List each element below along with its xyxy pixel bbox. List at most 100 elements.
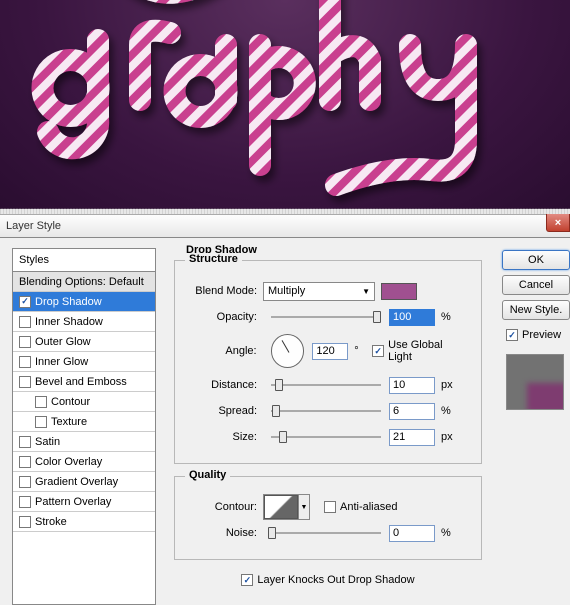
quality-group: Quality Contour: ▼ Anti-aliased Noise: 0… — [174, 476, 482, 560]
style-row-stroke[interactable]: Stroke — [13, 512, 155, 532]
style-row-contour[interactable]: Contour — [13, 392, 155, 412]
dialog-titlebar[interactable]: Layer Style × — [0, 214, 570, 238]
chevron-down-icon: ▼ — [362, 287, 370, 296]
blending-options-label: Blending Options: Default — [19, 276, 144, 288]
opacity-label: Opacity: — [187, 311, 263, 323]
style-checkbox[interactable] — [19, 496, 31, 508]
contour-label: Contour: — [187, 501, 263, 513]
spread-label: Spread: — [187, 405, 263, 417]
style-label: Color Overlay — [35, 456, 102, 468]
style-checkbox[interactable] — [19, 296, 31, 308]
style-row-outer-glow[interactable]: Outer Glow — [13, 332, 155, 352]
angle-unit: ° — [354, 345, 366, 357]
style-row-satin[interactable]: Satin — [13, 432, 155, 452]
knockout-label: Layer Knocks Out Drop Shadow — [257, 574, 414, 586]
settings-panel: Drop Shadow Structure Blend Mode: Multip… — [156, 248, 496, 605]
angle-dial[interactable] — [271, 334, 305, 368]
antialias-label: Anti-aliased — [340, 501, 397, 513]
spread-input[interactable]: 6 — [389, 403, 435, 420]
style-row-inner-glow[interactable]: Inner Glow — [13, 352, 155, 372]
close-icon: × — [555, 217, 561, 229]
angle-input[interactable]: 120 — [312, 343, 348, 360]
styles-header[interactable]: Styles — [13, 249, 155, 272]
blend-mode-value: Multiply — [268, 285, 305, 297]
style-row-pattern-overlay[interactable]: Pattern Overlay — [13, 492, 155, 512]
size-thumb[interactable] — [279, 431, 287, 443]
style-checkbox[interactable] — [19, 316, 31, 328]
style-checkbox[interactable] — [19, 436, 31, 448]
style-label: Stroke — [35, 516, 67, 528]
style-row-drop-shadow[interactable]: Drop Shadow — [13, 292, 155, 312]
style-row-gradient-overlay[interactable]: Gradient Overlay — [13, 472, 155, 492]
style-label: Bevel and Emboss — [35, 376, 127, 388]
noise-slider[interactable] — [271, 532, 381, 534]
style-label: Inner Glow — [35, 356, 88, 368]
angle-needle — [281, 340, 289, 353]
spread-slider[interactable] — [271, 410, 381, 412]
style-label: Texture — [51, 416, 87, 428]
preview-checkbox[interactable] — [506, 329, 518, 341]
blend-mode-select[interactable]: Multiply ▼ — [263, 282, 375, 301]
style-label: Satin — [35, 436, 60, 448]
style-row-inner-shadow[interactable]: Inner Shadow — [13, 312, 155, 332]
styles-list: Blending Options: Default Drop Shadow Inn… — [13, 272, 155, 532]
style-checkbox[interactable] — [19, 356, 31, 368]
style-checkbox[interactable] — [19, 456, 31, 468]
preview-label: Preview — [522, 329, 561, 341]
contour-swatch — [264, 495, 298, 519]
blend-mode-label: Blend Mode: — [187, 285, 263, 297]
angle-label: Angle: — [187, 345, 263, 357]
style-checkbox[interactable] — [19, 476, 31, 488]
chevron-down-icon: ▼ — [298, 495, 309, 519]
style-checkbox[interactable] — [19, 336, 31, 348]
structure-group: Structure Blend Mode: Multiply ▼ Opacity… — [174, 260, 482, 464]
styles-panel: Styles Blending Options: Default Drop Sh… — [12, 248, 156, 605]
dialog-title: Layer Style — [6, 220, 61, 232]
style-label: Drop Shadow — [35, 296, 102, 308]
style-checkbox[interactable] — [35, 396, 47, 408]
structure-label: Structure — [185, 253, 242, 265]
distance-input[interactable]: 10 — [389, 377, 435, 394]
shadow-color-swatch[interactable] — [381, 283, 417, 300]
opacity-unit: % — [441, 311, 461, 323]
opacity-input[interactable]: 100 — [389, 309, 435, 326]
noise-unit: % — [441, 527, 461, 539]
ok-button[interactable]: OK — [502, 250, 570, 270]
noise-label: Noise: — [187, 527, 263, 539]
knockout-checkbox[interactable] — [241, 574, 253, 586]
style-row-texture[interactable]: Texture — [13, 412, 155, 432]
style-row-bevel-and-emboss[interactable]: Bevel and Emboss — [13, 372, 155, 392]
distance-slider[interactable] — [271, 384, 381, 386]
style-label: Outer Glow — [35, 336, 91, 348]
noise-input[interactable]: 0 — [389, 525, 435, 542]
style-checkbox[interactable] — [19, 376, 31, 388]
contour-picker[interactable]: ▼ — [263, 494, 310, 520]
cancel-button[interactable]: Cancel — [502, 275, 570, 295]
distance-unit: px — [441, 379, 461, 391]
size-label: Size: — [187, 431, 263, 443]
distance-label: Distance: — [187, 379, 263, 391]
size-input[interactable]: 21 — [389, 429, 435, 446]
style-row-color-overlay[interactable]: Color Overlay — [13, 452, 155, 472]
style-label: Pattern Overlay — [35, 496, 111, 508]
preview-thumbnail — [506, 354, 564, 410]
distance-thumb[interactable] — [275, 379, 283, 391]
style-checkbox[interactable] — [35, 416, 47, 428]
global-light-checkbox[interactable] — [372, 345, 384, 357]
style-checkbox[interactable] — [19, 516, 31, 528]
opacity-slider[interactable] — [271, 316, 381, 318]
noise-thumb[interactable] — [268, 527, 276, 539]
dialog-buttons: OK Cancel New Style. Preview — [496, 248, 570, 605]
spread-thumb[interactable] — [272, 405, 280, 417]
document-canvas[interactable] — [0, 0, 570, 209]
global-light-label: Use Global Light — [388, 339, 469, 363]
spread-unit: % — [441, 405, 461, 417]
antialias-checkbox[interactable] — [324, 501, 336, 513]
blending-options-row[interactable]: Blending Options: Default — [13, 272, 155, 292]
size-slider[interactable] — [271, 436, 381, 438]
opacity-thumb[interactable] — [373, 311, 381, 323]
style-label: Contour — [51, 396, 90, 408]
size-unit: px — [441, 431, 461, 443]
close-button[interactable]: × — [546, 214, 570, 232]
new-style-button[interactable]: New Style. — [502, 300, 570, 320]
